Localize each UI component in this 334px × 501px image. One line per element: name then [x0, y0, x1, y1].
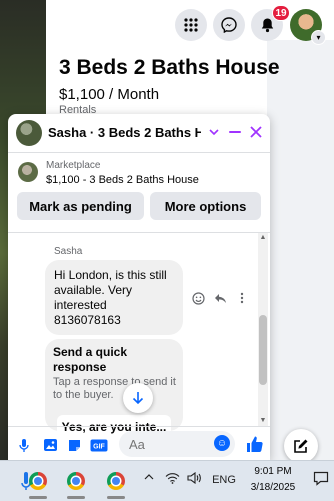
image-icon[interactable] — [42, 437, 58, 453]
react-emoji-icon[interactable] — [191, 291, 205, 305]
gif-icon[interactable]: GIF — [90, 437, 108, 453]
sticker-icon[interactable] — [66, 437, 82, 453]
clock-time[interactable]: 9:01 PM — [251, 466, 295, 477]
scroll-thumb[interactable] — [259, 315, 267, 385]
chrome-icon[interactable] — [66, 471, 86, 491]
active-indicator — [107, 496, 125, 499]
notification-center-icon[interactable] — [312, 471, 330, 486]
wifi-icon[interactable] — [164, 472, 180, 484]
clock-date[interactable]: 3/18/2025 — [247, 482, 299, 493]
mark-as-pending-button[interactable]: Mark as pending — [17, 192, 144, 220]
chrome-icon[interactable] — [28, 471, 48, 491]
listing-title: 3 Beds 2 Baths House — [59, 56, 280, 79]
message-bubble[interactable]: Hi London, is this still available. Very… — [45, 260, 183, 335]
scroll-to-bottom-button[interactable] — [123, 383, 153, 413]
chevron-down-icon[interactable]: ▾ — [311, 30, 326, 45]
close-icon[interactable] — [246, 122, 266, 142]
emoji-icon[interactable]: ☺ — [214, 435, 230, 451]
right-panel — [267, 40, 334, 460]
more-options-button[interactable]: More options — [150, 192, 261, 220]
message-thread[interactable]: Sasha Hi London, is this still available… — [8, 232, 270, 439]
scrollbar[interactable]: ▲ ▼ — [258, 233, 268, 427]
marketplace-listing-row[interactable]: Marketplace $1,100 - 3 Beds 2 Baths Hous… — [8, 154, 270, 192]
sender-name: Sasha — [54, 246, 83, 257]
messenger-icon — [221, 17, 237, 33]
messenger-button[interactable] — [213, 9, 245, 41]
chevron-up-icon[interactable] — [142, 474, 156, 480]
quick-response-subtitle: Tap a response to send it to the buyer. — [53, 376, 176, 401]
bell-icon — [261, 18, 273, 33]
minimize-icon[interactable] — [225, 122, 245, 142]
listing-thumbnail — [18, 162, 38, 182]
compose-icon — [294, 439, 308, 453]
chrome-icon[interactable] — [106, 471, 126, 491]
chat-window: Sasha · 3 Beds 2 Baths Ho... Marketplace… — [8, 114, 270, 460]
arrow-down-icon — [132, 392, 144, 405]
scroll-down-arrow[interactable]: ▼ — [258, 417, 268, 424]
message-composer: GIF ☺ — [8, 426, 270, 460]
contact-avatar[interactable] — [16, 120, 42, 146]
chat-title[interactable]: Sasha · 3 Beds 2 Baths Ho... — [48, 125, 201, 140]
active-indicator — [67, 496, 85, 499]
volume-icon[interactable] — [186, 472, 202, 484]
more-icon[interactable] — [235, 291, 249, 305]
compose-button[interactable] — [284, 429, 318, 463]
notifications-badge: 19 — [272, 5, 290, 21]
chevron-down-icon[interactable] — [204, 122, 224, 142]
chat-header[interactable]: Sasha · 3 Beds 2 Baths Ho... — [8, 114, 270, 153]
language-indicator[interactable]: ENG — [210, 474, 238, 486]
quick-response-title: Send a quick response — [53, 345, 128, 374]
apps-grid-icon — [184, 18, 198, 32]
message-text: Hi London, is this still available. Very… — [54, 268, 167, 327]
microphone-icon[interactable] — [16, 437, 32, 453]
svg-text:GIF: GIF — [93, 443, 105, 450]
active-indicator — [29, 496, 47, 499]
listing-price: $1,100 / Month — [59, 86, 160, 103]
like-icon[interactable] — [244, 433, 266, 455]
marketplace-label: Marketplace — [46, 160, 101, 171]
marketplace-item: $1,100 - 3 Beds 2 Baths House — [46, 174, 199, 186]
quick-response-card: Send a quick response Tap a response to … — [45, 339, 183, 439]
apps-grid-button[interactable] — [175, 9, 207, 41]
reply-icon[interactable] — [213, 291, 227, 305]
scroll-up-arrow[interactable]: ▲ — [258, 234, 268, 241]
